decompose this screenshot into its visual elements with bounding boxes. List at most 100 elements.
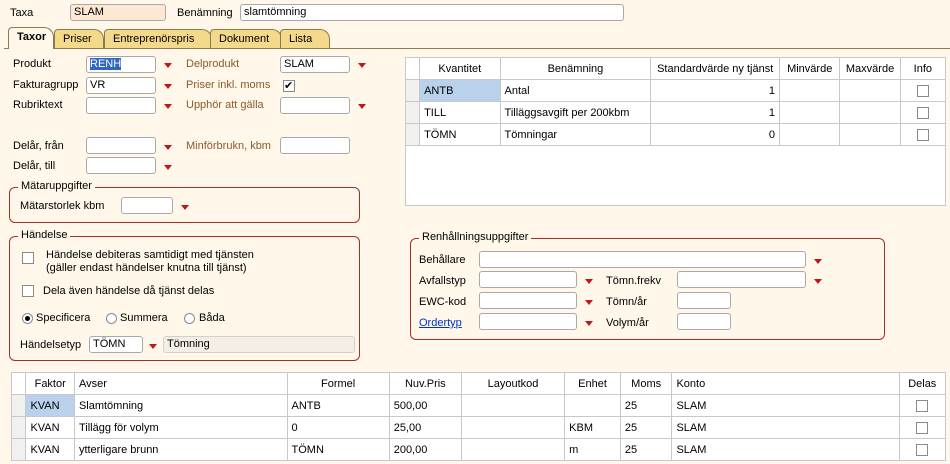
enhet-cell[interactable]: KBM bbox=[564, 416, 621, 439]
standard-cell[interactable]: 1 bbox=[650, 79, 781, 102]
col-minvarde[interactable]: Minvärde bbox=[779, 57, 841, 80]
produkt-dropdown-icon[interactable] bbox=[160, 58, 176, 72]
table-row[interactable]: KVAN Tillägg för volym 0 25,00 KBM 25 SL… bbox=[10, 416, 946, 439]
table-row[interactable]: TILL Tilläggsavgift per 200kbm 1 bbox=[404, 101, 947, 124]
benamning-cell[interactable]: Antal bbox=[499, 79, 652, 102]
faktor-cell[interactable]: KVAN bbox=[25, 438, 75, 461]
col-faktor[interactable]: Faktor bbox=[25, 372, 75, 395]
pris-cell[interactable]: 25,00 bbox=[388, 416, 462, 439]
col-formel[interactable]: Formel bbox=[286, 372, 390, 395]
tomn-ar-field[interactable] bbox=[677, 292, 731, 309]
faktor-cell[interactable]: KVAN bbox=[25, 394, 75, 417]
col-layoutkod[interactable]: Layoutkod bbox=[460, 372, 566, 395]
benamning-cell[interactable]: Tilläggsavgift per 200kbm bbox=[499, 101, 652, 124]
ewc-dropdown-icon[interactable] bbox=[581, 295, 597, 309]
matarstorlek-dropdown-icon[interactable] bbox=[177, 200, 193, 214]
layoutkod-cell[interactable] bbox=[460, 394, 566, 417]
max-cell[interactable] bbox=[839, 101, 901, 124]
standard-cell[interactable]: 1 bbox=[650, 101, 781, 124]
enhet-cell[interactable]: m bbox=[564, 438, 621, 461]
col-delas[interactable]: Delas bbox=[898, 372, 946, 395]
tomn-frekv-select[interactable] bbox=[677, 271, 806, 288]
benamning-field[interactable]: slamtömning bbox=[240, 4, 624, 21]
formel-cell[interactable]: 0 bbox=[286, 416, 390, 439]
min-cell[interactable] bbox=[779, 79, 841, 102]
tab-taxor[interactable]: Taxor bbox=[8, 27, 54, 49]
tomn-frekv-dropdown-icon[interactable] bbox=[810, 274, 826, 288]
row-selector[interactable] bbox=[404, 123, 421, 146]
layoutkod-cell[interactable] bbox=[460, 438, 566, 461]
avser-cell[interactable]: Slamtömning bbox=[73, 394, 288, 417]
upphor-dropdown-icon[interactable] bbox=[354, 99, 370, 113]
info-checkbox[interactable] bbox=[916, 106, 929, 119]
standard-cell[interactable]: 0 bbox=[650, 123, 781, 146]
info-cell[interactable] bbox=[899, 101, 947, 124]
minforbrukn-field[interactable] bbox=[280, 137, 350, 154]
moms-cell[interactable]: 25 bbox=[619, 438, 673, 461]
kvantitet-cell[interactable]: TILL bbox=[419, 101, 501, 124]
radio-specificera[interactable] bbox=[22, 313, 33, 324]
min-cell[interactable] bbox=[779, 123, 841, 146]
delas-cell[interactable] bbox=[898, 416, 946, 439]
dela-checkbox[interactable] bbox=[22, 285, 34, 297]
row-selector[interactable] bbox=[10, 416, 27, 439]
rubriktext-dropdown-icon[interactable] bbox=[160, 99, 176, 113]
enhet-cell[interactable] bbox=[564, 394, 621, 417]
row-selector[interactable] bbox=[10, 394, 27, 417]
min-cell[interactable] bbox=[779, 101, 841, 124]
rubriktext-select[interactable] bbox=[86, 97, 156, 114]
ewc-select[interactable] bbox=[479, 292, 577, 309]
formel-cell[interactable]: TÖMN bbox=[286, 438, 390, 461]
info-checkbox[interactable] bbox=[916, 84, 929, 97]
max-cell[interactable] bbox=[839, 79, 901, 102]
col-benamning[interactable]: Benämning bbox=[499, 57, 652, 80]
info-cell[interactable] bbox=[899, 123, 947, 146]
delas-checkbox[interactable] bbox=[916, 399, 929, 412]
info-cell[interactable] bbox=[899, 79, 947, 102]
table-row[interactable]: TÖMN Tömningar 0 bbox=[404, 123, 947, 146]
col-nuv-pris[interactable]: Nuv.Pris bbox=[388, 372, 462, 395]
matarstorlek-select[interactable] bbox=[121, 197, 173, 214]
delas-checkbox[interactable] bbox=[916, 443, 929, 456]
delprodukt-select[interactable]: SLAM bbox=[280, 56, 350, 73]
delar-fran-select[interactable] bbox=[86, 137, 156, 154]
radio-bada[interactable] bbox=[184, 313, 195, 324]
delas-cell[interactable] bbox=[898, 394, 946, 417]
max-cell[interactable] bbox=[839, 123, 901, 146]
delar-till-select[interactable] bbox=[86, 157, 156, 174]
avser-cell[interactable]: Tillägg för volym bbox=[73, 416, 288, 439]
col-kvantitet[interactable]: Kvantitet bbox=[419, 57, 501, 80]
handelsetyp-dropdown-icon[interactable] bbox=[145, 339, 161, 353]
col-avser[interactable]: Avser bbox=[73, 372, 288, 395]
kvantitet-cell[interactable]: TÖMN bbox=[419, 123, 501, 146]
behallare-dropdown-icon[interactable] bbox=[810, 254, 826, 268]
radio-summera[interactable] bbox=[106, 313, 117, 324]
pris-cell[interactable]: 200,00 bbox=[388, 438, 462, 461]
col-info[interactable]: Info bbox=[899, 57, 947, 80]
moms-cell[interactable]: 25 bbox=[619, 416, 673, 439]
faktor-cell[interactable]: KVAN bbox=[25, 416, 75, 439]
ordertyp-link[interactable]: Ordertyp bbox=[419, 317, 462, 329]
konto-cell[interactable]: SLAM bbox=[671, 438, 900, 461]
avfallstyp-select[interactable] bbox=[479, 271, 577, 288]
ordertyp-dropdown-icon[interactable] bbox=[581, 316, 597, 330]
col-enhet[interactable]: Enhet bbox=[564, 372, 621, 395]
tab-entreprenorspris[interactable]: Entreprenörspris bbox=[104, 29, 212, 48]
formel-cell[interactable]: ANTB bbox=[286, 394, 390, 417]
delas-checkbox[interactable] bbox=[916, 421, 929, 434]
row-selector[interactable] bbox=[404, 101, 421, 124]
avser-cell[interactable]: ytterligare brunn bbox=[73, 438, 288, 461]
upphor-select[interactable] bbox=[280, 97, 350, 114]
delprodukt-dropdown-icon[interactable] bbox=[354, 58, 370, 72]
table-row[interactable]: ANTB Antal 1 bbox=[404, 79, 947, 102]
col-moms[interactable]: Moms bbox=[619, 372, 673, 395]
tab-dokument[interactable]: Dokument bbox=[210, 29, 282, 48]
table-row[interactable]: KVAN ytterligare brunn TÖMN 200,00 m 25 … bbox=[10, 438, 946, 461]
konto-cell[interactable]: SLAM bbox=[671, 394, 900, 417]
behallare-select[interactable] bbox=[479, 251, 806, 268]
volym-ar-field[interactable] bbox=[677, 313, 731, 330]
delas-cell[interactable] bbox=[898, 438, 946, 461]
handelsetyp-select[interactable]: TÖMN bbox=[89, 336, 143, 353]
row-selector[interactable] bbox=[10, 438, 27, 461]
fakturagrupp-select[interactable]: VR bbox=[86, 77, 156, 94]
